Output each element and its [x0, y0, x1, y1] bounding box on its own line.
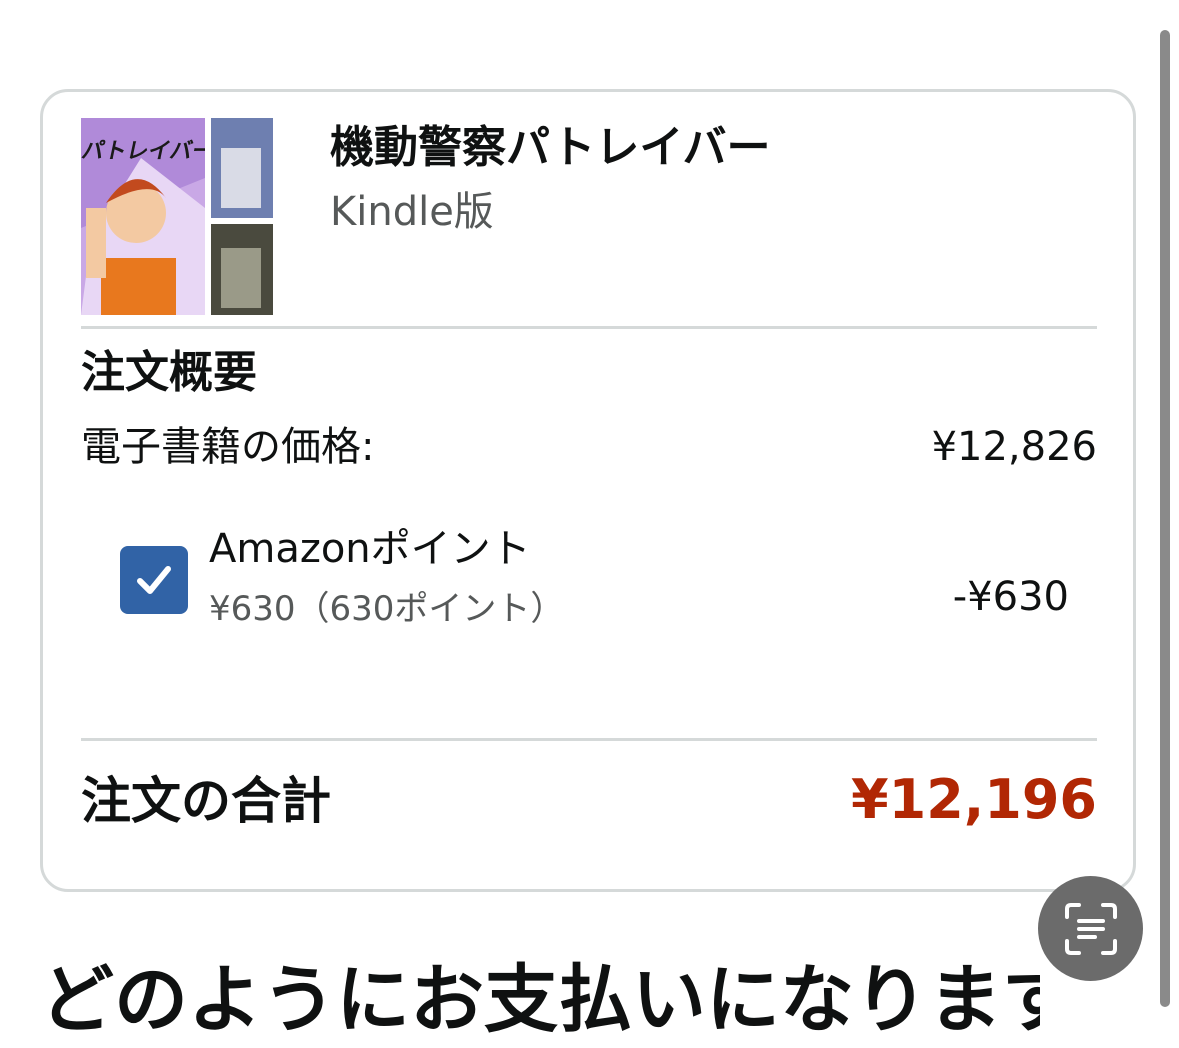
text-scan-icon [1064, 902, 1117, 955]
divider [81, 326, 1097, 329]
payment-method-heading: どのようにお支払いになります [40, 957, 1040, 1043]
order-summary-heading: 注文概要 [81, 347, 257, 398]
amazon-points-value: -¥630 [952, 574, 1069, 620]
divider [81, 738, 1097, 741]
amazon-points-checkbox[interactable] [120, 546, 188, 614]
page-scrollbar[interactable] [1160, 30, 1170, 1007]
product-title: 機動警察パトレイバー [330, 122, 771, 173]
cover-title-text: パトレイバー [81, 138, 217, 164]
ebook-price-value: ¥12,826 [931, 424, 1097, 470]
product-format: Kindle版 [330, 189, 494, 235]
checkmark-icon [137, 566, 171, 594]
ebook-price-label: 電子書籍の価格: [81, 424, 375, 470]
order-total-value: ¥12,196 [851, 768, 1097, 831]
product-cover-image: パトレイバー [81, 118, 273, 315]
text-scan-button[interactable] [1038, 876, 1143, 981]
amazon-points-label: Amazonポイント [209, 526, 531, 572]
amazon-points-detail: ¥630（630ポイント） [209, 589, 565, 629]
order-total-label: 注文の合計 [81, 772, 331, 830]
